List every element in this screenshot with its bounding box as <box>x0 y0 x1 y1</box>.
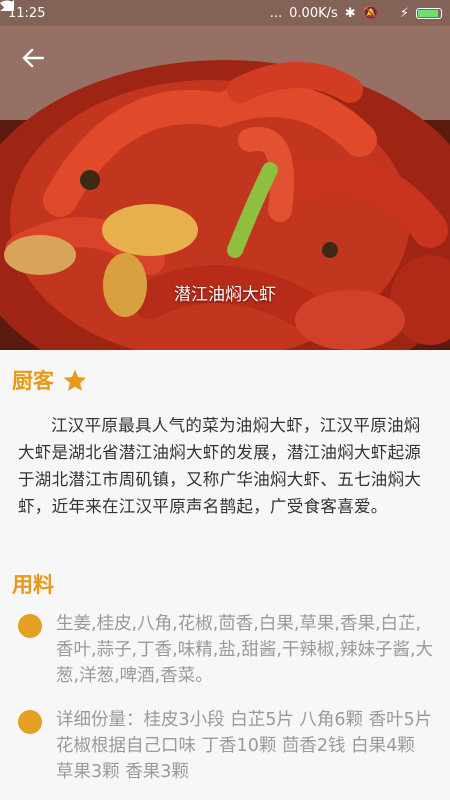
dish-title: 潜江油焖大虾 <box>174 285 276 305</box>
dish-description: 江汉平原最具人气的菜为油焖大虾，江汉平原油焖大虾是湖北省潜江油焖大虾的发展，潜江… <box>18 416 422 516</box>
hero-image: 11:25 ... 0.00K/s ✱ 🔕 ⚡ 潜江油焖大虾 <box>0 0 450 350</box>
ingredients-section-header: 用料 <box>12 569 54 599</box>
chef-label: 厨客 <box>12 369 54 393</box>
bluetooth-icon: ✱ <box>344 5 356 21</box>
arrow-left-icon <box>22 48 44 68</box>
back-button[interactable] <box>22 48 50 74</box>
ingredient-list: 生姜,桂皮,八角,花椒,茴香,白果,草果,香果,白芷,香叶,蒜子,丁香,味精,盐… <box>56 614 434 686</box>
status-bar: 11:25 ... 0.00K/s ✱ 🔕 ⚡ <box>0 0 450 26</box>
ingredient-quantities: 详细份量：桂皮3小段 白芷5片 八角6颗 香叶5片 花椒根据自己口味 丁香10颗… <box>56 710 433 782</box>
ingredients-label: 用料 <box>12 573 54 597</box>
bullet-icon <box>18 614 42 638</box>
list-item: 生姜,桂皮,八角,花椒,茴香,白果,草果,香果,白芷,香叶,蒜子,丁香,味精,盐… <box>18 611 433 689</box>
list-item: 详细份量：桂皮3小段 白芷5片 八角6颗 香叶5片 花椒根据自己口味 丁香10颗… <box>18 707 433 785</box>
charging-icon: ⚡ <box>399 5 409 21</box>
bullet-icon <box>18 710 42 734</box>
battery-icon <box>416 7 442 19</box>
notification-dots: ... <box>269 5 283 21</box>
mute-icon: 🔕 <box>362 5 379 21</box>
star-icon[interactable] <box>62 368 88 393</box>
chef-section-header: 厨客 <box>12 365 88 395</box>
network-speed: 0.00K/s <box>289 5 338 21</box>
